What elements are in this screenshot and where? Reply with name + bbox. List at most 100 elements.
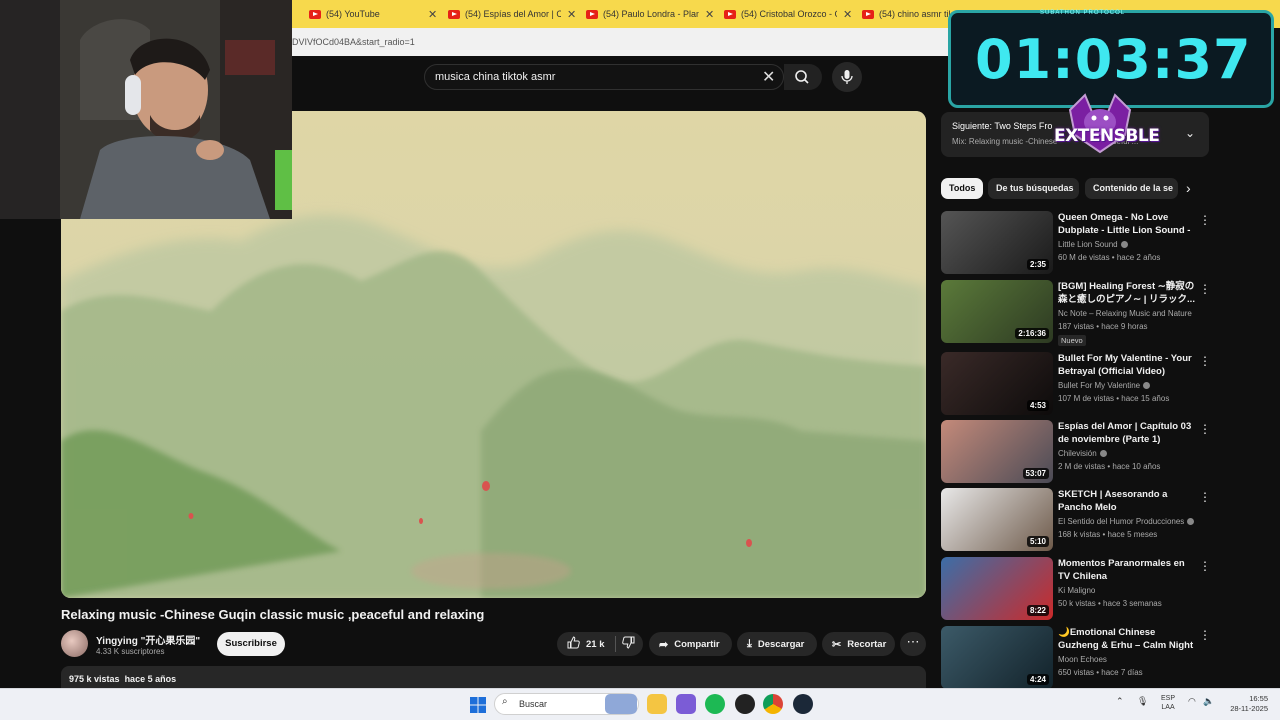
recommendation-title[interactable]: Queen Omega - No Love Dubplate - Little … xyxy=(1058,211,1196,237)
recommendation-channel[interactable]: Moon Echoes xyxy=(1058,655,1107,664)
kebab-menu-icon[interactable]: ⋮ xyxy=(1199,559,1211,573)
browser-tab[interactable]: (54) Espías del Amor | Cap ✕ xyxy=(448,4,576,24)
recommendation-channel[interactable]: Bullet For My Valentine xyxy=(1058,381,1151,390)
chip-contenido[interactable]: Contenido de la se xyxy=(1085,178,1178,199)
clip-button[interactable]: ✂ Recortar xyxy=(822,632,895,656)
search-button[interactable] xyxy=(784,64,822,90)
recommendation-meta: 2 M de vistas • hace 10 años xyxy=(1058,462,1161,471)
recommendation-title[interactable]: Bullet For My Valentine - Your Betrayal … xyxy=(1058,352,1196,378)
clear-search-icon[interactable]: ✕ xyxy=(762,67,775,87)
recommendation-thumbnail[interactable]: 4:53 xyxy=(941,352,1053,415)
like-divider xyxy=(614,636,616,652)
kebab-menu-icon[interactable]: ⋮ xyxy=(1199,422,1211,436)
like-count[interactable]: 21 k xyxy=(586,639,605,650)
obs-icon[interactable] xyxy=(735,694,755,714)
channel-label: Ki Maligno xyxy=(1058,586,1096,595)
download-icon: ⤓ xyxy=(747,637,752,650)
duration-label: 8:22 xyxy=(1026,605,1049,616)
file-explorer-icon[interactable] xyxy=(647,694,667,714)
search-highlight-icon[interactable] xyxy=(605,694,637,714)
recommendation-title[interactable]: 🌙Emotional Chinese Guzheng & Erhu – Calm… xyxy=(1058,626,1196,652)
thumbs-down-icon[interactable] xyxy=(621,636,635,652)
close-tab-icon[interactable]: ✕ xyxy=(567,8,576,21)
clock-time: 16:55 xyxy=(1249,694,1268,703)
recommendation-thumbnail[interactable]: 5:10 xyxy=(941,488,1053,551)
kebab-menu-icon[interactable]: ⋮ xyxy=(1199,213,1211,227)
description-box[interactable]: 975 k vistas hace 5 años xyxy=(61,666,926,688)
steam-icon[interactable] xyxy=(793,694,813,714)
views-label: 2 M de vistas xyxy=(1058,462,1106,471)
channel-avatar[interactable] xyxy=(61,630,88,657)
subscribe-button[interactable]: Suscribirse xyxy=(217,632,285,656)
recommendation-item[interactable]: 2:35 Queen Omega - No Love Dubplate - Lit… xyxy=(941,211,1211,275)
input-language[interactable]: ESP LAA xyxy=(1161,694,1175,712)
recommendation-channel[interactable]: Ki Maligno xyxy=(1058,586,1095,595)
search-input[interactable]: musica china tiktok asmr xyxy=(424,64,784,90)
recommendation-thumbnail[interactable]: 4:24 xyxy=(941,626,1053,689)
download-button[interactable]: ⤓ Descargar xyxy=(737,632,817,656)
close-tab-icon[interactable]: ✕ xyxy=(843,8,852,21)
chip-de-tus-busquedas[interactable]: De tus búsquedas xyxy=(988,178,1079,199)
views-label: 168 k vistas xyxy=(1058,530,1101,539)
recommendation-thumbnail[interactable]: 53:07 xyxy=(941,420,1053,483)
youtube-icon xyxy=(448,9,460,19)
recommendation-item[interactable]: 8:22 Momentos Paranormales en TV Chilena K… xyxy=(941,557,1211,621)
volume-icon[interactable]: 🔈 xyxy=(1203,696,1214,707)
browser-tab[interactable]: (54) Paulo Londra - Plan A ✕ xyxy=(586,4,714,24)
more-actions-icon[interactable]: ⋯ xyxy=(900,632,926,656)
recommendation-meta: 60 M de vistas • hace 2 años xyxy=(1058,253,1161,262)
age-label: hace 9 horas xyxy=(1101,322,1148,331)
recommendation-title[interactable]: Momentos Paranormales en TV Chilena xyxy=(1058,557,1196,583)
duration-label: 4:24 xyxy=(1026,674,1049,685)
verified-icon xyxy=(1143,382,1151,390)
recommendation-item[interactable]: 4:24 🌙Emotional Chinese Guzheng & Erhu – … xyxy=(941,626,1211,690)
chrome-icon[interactable] xyxy=(763,694,783,714)
recommendation-thumbnail[interactable]: 2:16:36 xyxy=(941,280,1053,343)
kebab-menu-icon[interactable]: ⋮ xyxy=(1199,354,1211,368)
recommendation-item[interactable]: 4:53 Bullet For My Valentine - Your Betra… xyxy=(941,352,1211,416)
recommendation-channel[interactable]: Chilevisión xyxy=(1058,449,1107,458)
view-count: 975 k vistas xyxy=(69,674,120,684)
recommendation-meta: 107 M de vistas • hace 15 años xyxy=(1058,394,1170,403)
browser-tab[interactable]: (54) YouTube ✕ xyxy=(309,4,437,24)
recommendation-title[interactable]: SKETCH | Asesorando a Pancho Melo xyxy=(1058,488,1196,514)
kebab-menu-icon[interactable]: ⋮ xyxy=(1199,628,1211,642)
recommendation-item[interactable]: 5:10 SKETCH | Asesorando a Pancho Melo El … xyxy=(941,488,1211,552)
discord-icon[interactable] xyxy=(676,694,696,714)
views-label: 107 M de vistas xyxy=(1058,394,1115,403)
recommendation-channel[interactable]: Nc Note – Relaxing Music and Nature xyxy=(1058,309,1192,318)
chevron-right-icon[interactable]: › xyxy=(1186,180,1191,196)
kebab-menu-icon[interactable]: ⋮ xyxy=(1199,282,1211,296)
recommendation-title[interactable]: [BGM] Healing Forest ∼静寂の森と癒しのピアノ∼ | リラッ… xyxy=(1058,280,1196,306)
kebab-menu-icon[interactable]: ⋮ xyxy=(1199,490,1211,504)
recommendation-item[interactable]: 2:16:36 [BGM] Healing Forest ∼静寂の森と癒しのピアノ… xyxy=(941,280,1211,346)
recommendation-item[interactable]: 53:07 Espías del Amor | Capítulo 03 de no… xyxy=(941,420,1211,484)
chevron-up-icon[interactable]: ⌃ xyxy=(1116,696,1124,707)
up-next-mix: Mix: Relaxing music -Chinese xyxy=(952,137,1058,146)
recommendation-title[interactable]: Espías del Amor | Capítulo 03 de noviemb… xyxy=(1058,420,1196,446)
recommendation-thumbnail[interactable]: 8:22 xyxy=(941,557,1053,620)
chip-todos[interactable]: Todos xyxy=(941,178,983,199)
share-label: Compartir xyxy=(674,638,720,650)
spotify-icon[interactable] xyxy=(705,694,725,714)
recommendation-thumbnail[interactable]: 2:35 xyxy=(941,211,1053,274)
close-tab-icon[interactable]: ✕ xyxy=(705,8,714,21)
browser-tab[interactable]: (54) Cristobal Orozco - C ✕ xyxy=(724,4,852,24)
voice-search-button[interactable] xyxy=(832,62,862,92)
share-button[interactable]: ➦ Compartir xyxy=(649,632,732,656)
views-label: 50 k vistas xyxy=(1058,599,1096,608)
wifi-icon[interactable]: ◠ xyxy=(1188,696,1196,707)
close-tab-icon[interactable]: ✕ xyxy=(428,8,437,21)
thumbs-up-icon[interactable] xyxy=(567,636,580,652)
address-bar[interactable]: DVIVfOCd04BA&start_radio=1 xyxy=(292,28,952,56)
channel-name[interactable]: Yingying "开心果乐园" xyxy=(96,632,200,647)
recommendation-channel[interactable]: El Sentido del Humor Producciones xyxy=(1058,517,1195,526)
recommendation-channel[interactable]: Little Lion Sound xyxy=(1058,240,1128,249)
views-label: 187 vistas xyxy=(1058,322,1095,331)
windows-start-icon[interactable] xyxy=(470,697,486,713)
chevron-down-icon[interactable]: ⌄ xyxy=(1185,126,1195,140)
system-clock[interactable]: 16:55 28-11-2025 xyxy=(1226,694,1268,714)
microphone-icon[interactable]: 🎙 xyxy=(1137,696,1148,707)
recommendation-meta: 187 vistas • hace 9 horas xyxy=(1058,322,1148,331)
duration-label: 2:35 xyxy=(1026,259,1049,270)
